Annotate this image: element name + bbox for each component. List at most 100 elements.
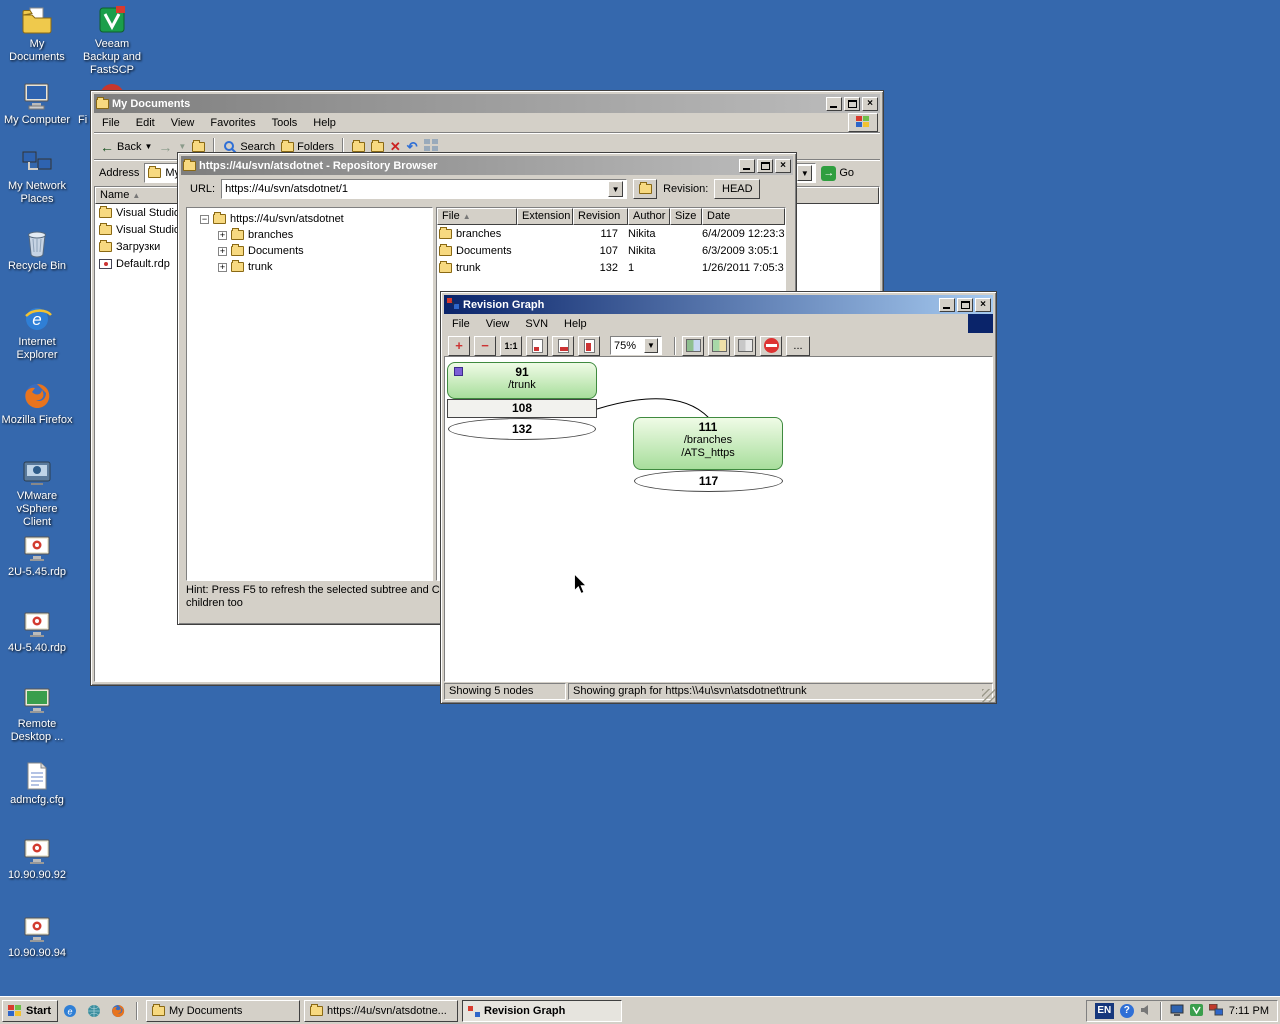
desktop-icon-internet-explorer[interactable]: e Internet Explorer [1,302,73,362]
url-combo[interactable]: https://4u/svn/atsdotnet/1 ▼ [221,179,628,199]
quicklaunch-ie-icon[interactable]: e [62,1003,78,1022]
menu-file[interactable]: File [444,315,478,333]
taskbar-clock[interactable]: 7:11 PM [1229,1005,1269,1017]
desktop-icon-my-documents[interactable]: My Documents [1,4,73,64]
help-tray-icon[interactable]: ? [1119,1004,1134,1018]
desktop-icon-remote-desktop[interactable]: Remote Desktop ... [1,684,73,744]
copy-to-icon[interactable] [370,139,384,152]
menu-view[interactable]: View [478,315,518,333]
column-header-author[interactable]: Author [628,208,670,225]
expand-icon[interactable]: + [218,246,227,256]
repo-browser-titlebar[interactable]: https://4u/svn/atsdotnet - Repository Br… [181,156,793,175]
menu-svn[interactable]: SVN [517,315,556,333]
taskbar-task-repo-browser[interactable]: https://4u/svn/atsdotne... [304,1000,458,1022]
menu-help[interactable]: Help [305,114,344,132]
column-header-size[interactable]: Size [670,208,702,225]
collapse-icon[interactable]: − [200,214,209,224]
column-header-date[interactable]: Date [702,208,785,225]
minimize-button[interactable] [739,158,755,173]
fit-height-button[interactable] [578,335,600,356]
go-button[interactable]: → Go [821,165,854,181]
expand-icon[interactable]: + [218,262,227,272]
desktop-icon-mozilla-firefox[interactable]: Mozilla Firefox [1,380,73,427]
close-button[interactable]: × [862,96,878,111]
up-icon[interactable] [192,139,206,152]
my-documents-titlebar[interactable]: My Documents × [94,94,880,113]
folders-button[interactable]: Folders [281,139,334,153]
zoom-dropdown-button[interactable]: ▼ [644,338,658,353]
desktop-icon-2u-rdp[interactable]: 2U-5.45.rdp [1,532,73,579]
graph-node-117[interactable]: 117 [634,470,783,492]
compare-revisions-button[interactable] [682,335,704,356]
zoom-combo[interactable]: 75% ▼ [610,336,662,355]
graph-node-111[interactable]: 111 /branches /ATS_https [633,417,783,470]
minimize-button[interactable] [826,96,842,111]
tree-item-trunk[interactable]: + trunk [187,259,432,275]
desktop-icon-vmware-vsphere[interactable]: VMware vSphere Client [1,456,73,529]
revision-graph-titlebar[interactable]: Revision Graph × [444,295,993,314]
toolbar-overflow-button[interactable]: ... [786,335,810,356]
zoom-in-button[interactable]: + [448,335,470,356]
menu-view[interactable]: View [163,114,203,132]
actual-size-button[interactable]: 1:1 [500,335,522,356]
close-button[interactable]: × [975,297,991,312]
unified-diff-button[interactable] [734,335,756,356]
menu-favorites[interactable]: Favorites [202,114,263,132]
quicklaunch-globe-icon[interactable] [86,1003,102,1022]
volume-tray-icon[interactable] [1140,1004,1152,1019]
menu-help[interactable]: Help [556,315,595,333]
taskbar-task-revision-graph[interactable]: Revision Graph [462,1000,622,1022]
maximize-button[interactable] [844,96,860,111]
column-header-revision[interactable]: Revision [573,208,628,225]
start-button[interactable]: Start [2,1000,58,1022]
desktop-icon-my-computer[interactable]: My Computer [1,80,73,127]
close-button[interactable]: × [775,158,791,173]
expand-icon[interactable]: + [218,230,227,240]
minimize-button[interactable] [939,297,955,312]
table-row[interactable]: trunk 132 1 1/26/2011 7:05:3 [437,259,785,276]
desktop-icon-recycle-bin[interactable]: Recycle Bin [1,226,73,273]
revision-head-button[interactable]: HEAD [714,179,761,199]
revision-graph-canvas[interactable]: 91 /trunk 108 132 111 /branches /ATS_htt… [444,356,993,682]
display-tray-icon[interactable] [1170,1004,1184,1019]
network-tray-icon[interactable] [1208,1003,1224,1019]
language-indicator[interactable]: EN [1094,1003,1114,1019]
vmware-tray-icon[interactable] [1189,1003,1203,1019]
fit-width-button[interactable] [552,335,574,356]
menu-tools[interactable]: Tools [264,114,306,132]
desktop-icon-admcfg[interactable]: admcfg.cfg [1,760,73,807]
maximize-button[interactable] [957,297,973,312]
forward-button[interactable]: → [158,139,172,155]
back-button[interactable]: ← Back ▼ [100,139,152,155]
resize-grip[interactable] [982,689,995,702]
tree-item-branches[interactable]: + branches [187,227,432,243]
column-header-file[interactable]: File ▲ [437,208,517,225]
desktop-icon-10-90-90-94[interactable]: 10.90.90.94 [1,913,73,960]
column-header-extension[interactable]: Extension [517,208,573,225]
tree-item-documents[interactable]: + Documents [187,243,432,259]
desktop-icon-veeam[interactable]: Veeam Backup and FastSCP [76,4,148,77]
table-row[interactable]: branches 117 Nikita 6/4/2009 12:23:3 [437,225,785,242]
desktop-icon-10-90-90-92[interactable]: 10.90.90.92 [1,835,73,882]
browse-button[interactable] [633,179,658,199]
folder-icon [231,260,244,272]
desktop-icon-my-network-places[interactable]: My Network Places [1,146,73,206]
address-dropdown-button[interactable]: ▼ [797,165,813,181]
graph-node-91[interactable]: 91 /trunk [447,362,597,399]
menu-edit[interactable]: Edit [128,114,163,132]
compare-heads-button[interactable] [708,335,730,356]
move-to-icon[interactable] [351,139,365,152]
desktop-icon-4u-rdp[interactable]: 4U-5.40.rdp [1,608,73,655]
filter-button[interactable] [760,335,782,356]
maximize-button[interactable] [757,158,773,173]
zoom-out-button[interactable]: − [474,335,496,356]
url-dropdown-button[interactable]: ▼ [608,181,624,197]
menu-file[interactable]: File [94,114,128,132]
graph-node-132[interactable]: 132 [448,418,596,440]
table-row[interactable]: Documents 107 Nikita 6/3/2009 3:05:1 [437,242,785,259]
fit-page-button[interactable] [526,335,548,356]
quicklaunch-firefox-icon[interactable] [110,1003,126,1022]
tree-root[interactable]: − https://4u/svn/atsdotnet [187,211,432,227]
taskbar-task-my-documents[interactable]: My Documents [146,1000,300,1022]
graph-node-108[interactable]: 108 [447,399,597,418]
